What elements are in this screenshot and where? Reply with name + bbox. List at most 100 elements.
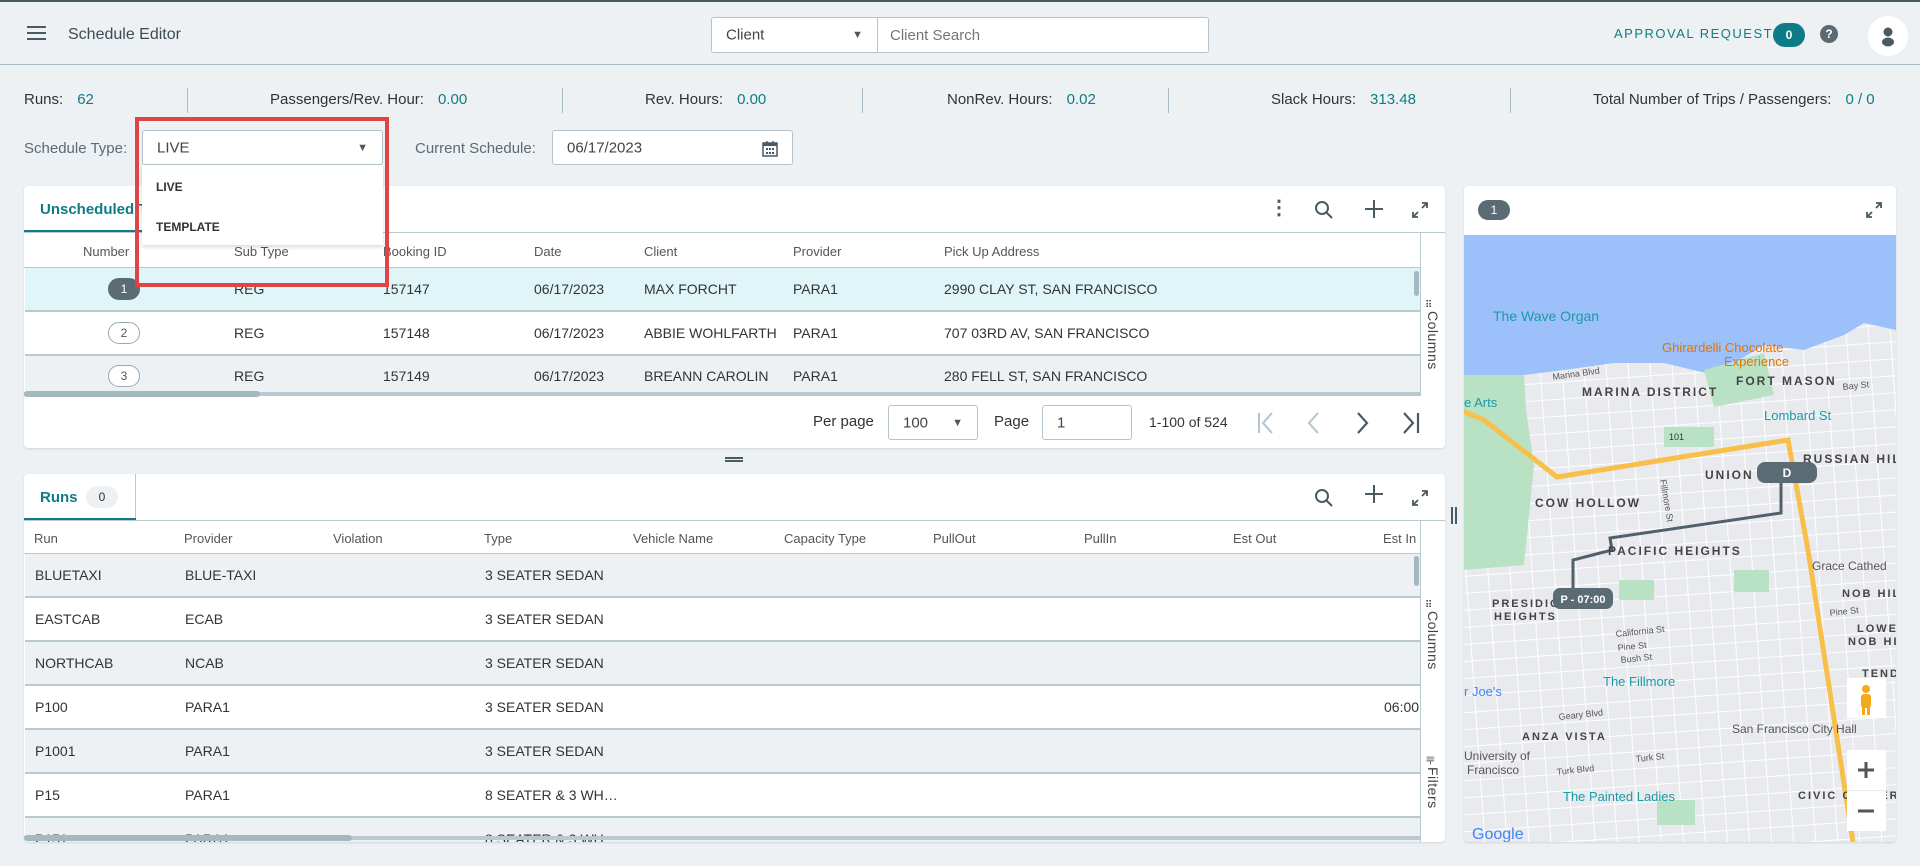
cell-date: 06/17/2023	[534, 281, 605, 297]
search-type-value: Client	[726, 26, 765, 44]
col-header-vehicle-name[interactable]: Vehicle Name	[633, 531, 713, 546]
calendar-icon[interactable]	[762, 140, 778, 157]
page-title: Schedule Editor	[68, 26, 181, 43]
map-label-presidio-1: PRESIDIO	[1492, 598, 1561, 610]
add-icon[interactable]	[1364, 199, 1384, 219]
hamburger-menu-icon[interactable]	[27, 26, 46, 40]
date-value: 06/17/2023	[567, 139, 643, 156]
pickup-marker[interactable]: P - 07:00	[1553, 588, 1613, 609]
more-options-icon[interactable]: ⋮	[1269, 195, 1289, 220]
expand-icon[interactable]	[1411, 201, 1429, 219]
pegman-icon[interactable]	[1847, 678, 1886, 718]
map-label-lombard: Lombard St	[1764, 408, 1832, 423]
col-header-number[interactable]: Number	[83, 244, 129, 259]
current-schedule-date-input[interactable]: 06/17/2023	[552, 130, 793, 165]
col-header-provider[interactable]: Provider	[184, 531, 232, 546]
tab-runs[interactable]: Runs 0	[24, 474, 136, 520]
columns-label: Columns	[1425, 611, 1441, 670]
divider	[862, 88, 863, 113]
cell-run: P100	[35, 699, 68, 715]
previous-page-icon[interactable]	[1304, 411, 1324, 435]
panel-resize-handle[interactable]	[725, 457, 743, 462]
table-row[interactable]: NORTHCAB NCAB 3 SEATER SEDAN	[25, 642, 1420, 686]
horizontal-scrollbar-thumb[interactable]	[24, 835, 352, 841]
table-row[interactable]: BLUETAXI BLUE-TAXI 3 SEATER SEDAN	[25, 554, 1420, 598]
col-header-provider[interactable]: Provider	[793, 244, 841, 259]
last-page-icon[interactable]	[1400, 411, 1422, 435]
cell-run: BLUETAXI	[35, 567, 102, 583]
client-search-input[interactable]	[877, 17, 1209, 53]
dropoff-marker[interactable]: D	[1757, 462, 1817, 483]
chevron-down-icon: ▼	[952, 416, 963, 429]
first-page-icon[interactable]	[1256, 411, 1276, 435]
col-header-type[interactable]: Type	[484, 531, 512, 546]
approval-count-badge[interactable]: 0	[1773, 23, 1805, 47]
map-label-ghirardelli-1: Ghirardelli Chocolate	[1662, 340, 1783, 355]
map-park	[1619, 580, 1654, 600]
zoom-out-button[interactable]	[1847, 791, 1886, 831]
col-header-est-out[interactable]: Est Out	[1233, 531, 1276, 546]
table-row[interactable]: 2 REG 157148 06/17/2023 ABBIE WOHLFARTH …	[25, 312, 1420, 356]
cell-type: 3 SEATER SEDAN	[485, 611, 604, 627]
columns-label: Columns	[1425, 311, 1441, 370]
table-row[interactable]: P15 PARA1 8 SEATER & 3 WH…	[25, 774, 1420, 818]
next-page-icon[interactable]	[1352, 411, 1372, 435]
col-header-violation[interactable]: Violation	[333, 531, 383, 546]
cell-run: EASTCAB	[35, 611, 101, 627]
map-label-cow-hollow: COW HOLLOW	[1535, 496, 1641, 510]
page-label: Page	[994, 413, 1030, 430]
table-row[interactable]: P100 PARA1 3 SEATER SEDAN 06:00	[25, 686, 1420, 730]
expand-icon[interactable]	[1411, 489, 1429, 507]
horizontal-scrollbar-thumb[interactable]	[24, 391, 260, 397]
col-header-booking-id[interactable]: Booking ID	[383, 244, 447, 259]
per-page-select[interactable]: 100 ▼	[888, 405, 978, 440]
cell-est-in: 06:00	[1384, 699, 1420, 715]
tab-unscheduled-trips[interactable]: Unscheduled T	[40, 201, 148, 218]
cell-run: P1001	[35, 743, 76, 759]
columns-toggle[interactable]: ⠿ Columns	[1425, 600, 1441, 670]
approval-requests-link[interactable]: APPROVAL REQUESTS	[1614, 26, 1783, 41]
page-input[interactable]: 1	[1042, 405, 1132, 440]
divider	[1510, 88, 1511, 113]
col-header-capacity-type[interactable]: Capacity Type	[784, 531, 866, 546]
help-icon[interactable]: ?	[1820, 25, 1838, 43]
search-icon[interactable]	[1314, 488, 1334, 508]
vertical-scrollbar-thumb[interactable]	[1414, 556, 1419, 586]
trip-number-badge: 3	[108, 365, 140, 387]
col-header-date[interactable]: Date	[534, 244, 561, 259]
map-label-presidio-2: HEIGHTS	[1494, 611, 1557, 623]
map-label-anza: ANZA VISTA	[1522, 731, 1607, 743]
vertical-scrollbar-thumb[interactable]	[1414, 271, 1419, 296]
pickup-marker-label: P - 07:00	[1560, 594, 1605, 606]
add-icon[interactable]	[1364, 484, 1384, 504]
map-canvas[interactable]: The Wave Organ Ghirardelli ChocolateExper…	[1464, 235, 1896, 842]
stat-total-trips: Total Number of Trips / Passengers: 0 / 0	[1593, 91, 1875, 108]
filters-toggle[interactable]: ⊪ Filters	[1423, 754, 1441, 809]
runs-panel: Runs 0 Run Provider Violation Type Vehic…	[24, 474, 1445, 842]
stat-passengers-per-hour: Passengers/Rev. Hour: 0.00	[270, 91, 468, 108]
col-header-pullin[interactable]: PullIn	[1084, 531, 1117, 546]
col-header-run[interactable]: Run	[34, 531, 58, 546]
col-header-client[interactable]: Client	[644, 244, 677, 259]
table-row[interactable]: P1001 PARA1 3 SEATER SEDAN	[25, 730, 1420, 774]
cell-run: P15	[35, 787, 60, 803]
map-label-lower-1: LOWER	[1857, 623, 1896, 635]
col-header-est-in[interactable]: Est In	[1383, 531, 1416, 546]
search-type-select[interactable]: Client ▼	[711, 17, 878, 53]
filter-icon: ⊪	[1423, 755, 1436, 766]
cell-provider: PARA1	[793, 368, 838, 384]
expand-icon[interactable]	[1865, 201, 1883, 219]
table-row[interactable]: EASTCAB ECAB 3 SEATER SEDAN	[25, 598, 1420, 642]
zoom-in-button[interactable]	[1847, 750, 1886, 790]
map-label-joes: r Joe's	[1464, 684, 1502, 699]
search-icon[interactable]	[1314, 200, 1334, 220]
user-avatar[interactable]	[1868, 16, 1908, 56]
cell-provider: PARA1	[185, 787, 230, 803]
columns-toggle[interactable]: ⠿ Columns	[1425, 300, 1441, 370]
col-header-pickup-address[interactable]: Pick Up Address	[944, 244, 1039, 259]
col-header-pullout[interactable]: PullOut	[933, 531, 976, 546]
grid-icon: ⠿	[1425, 600, 1433, 611]
table-row[interactable]: 3 REG 157149 06/17/2023 BREANN CAROLIN P…	[25, 356, 1420, 396]
vertical-resize-handle[interactable]	[1451, 507, 1457, 524]
map-label-ghirardelli-2: Experience	[1724, 354, 1789, 369]
